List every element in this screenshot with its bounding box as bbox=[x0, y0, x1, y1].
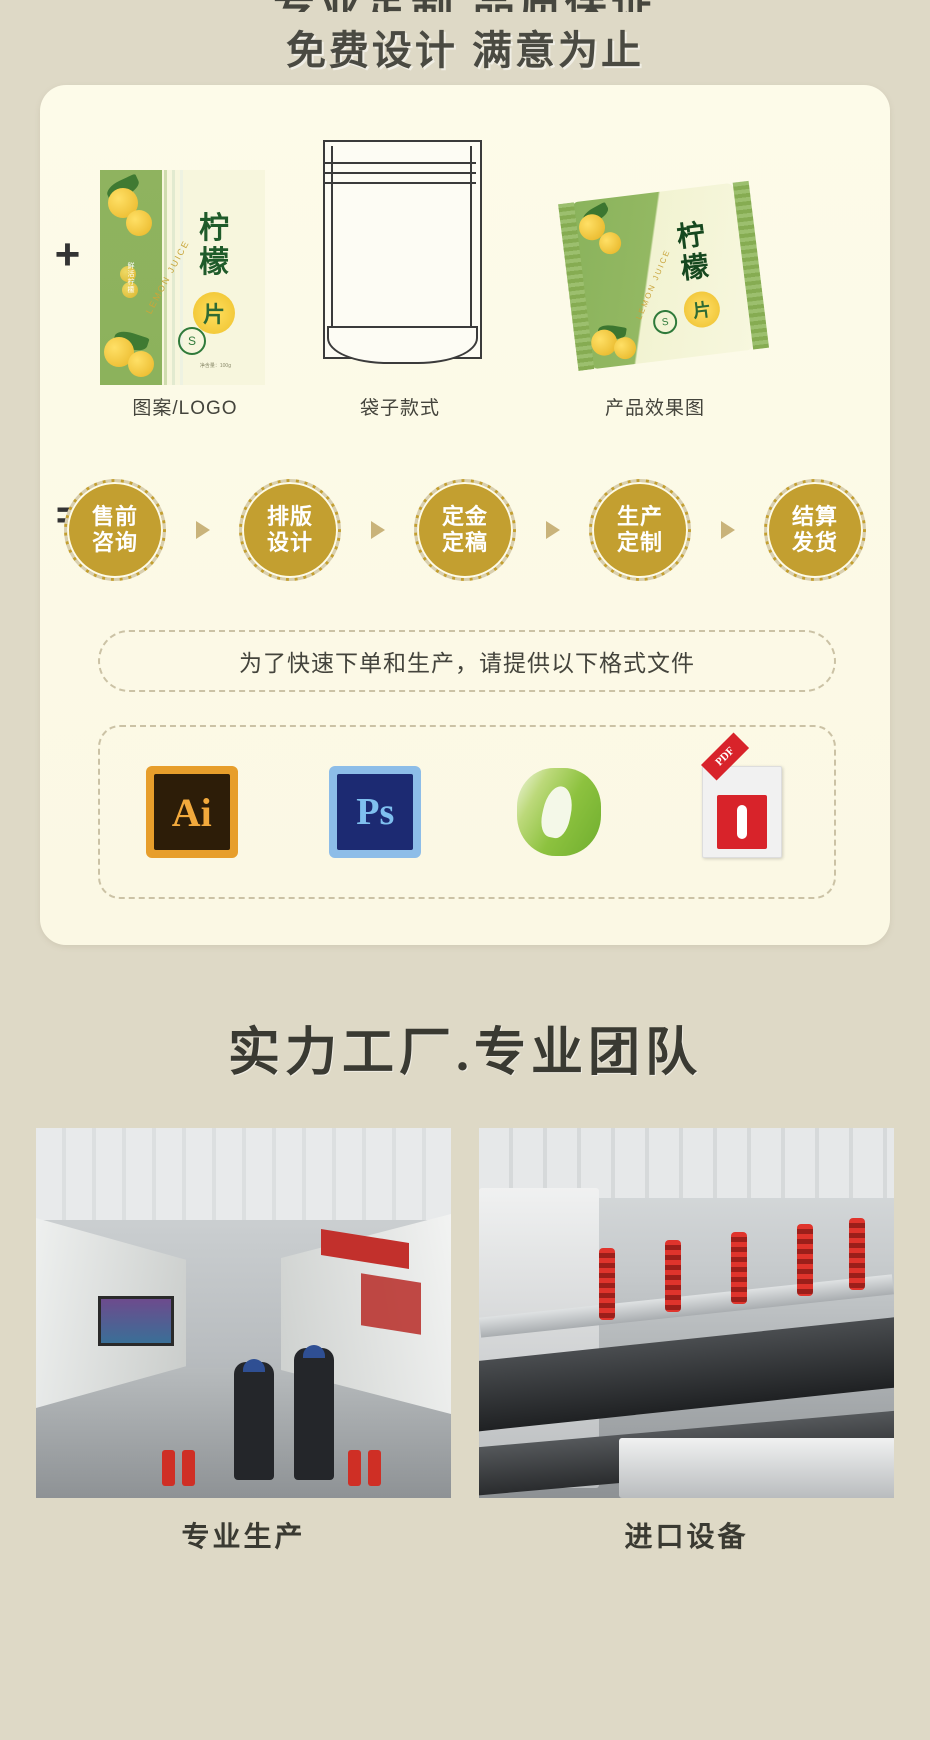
step-line1: 定金 bbox=[441, 504, 488, 529]
arrow-right-icon bbox=[195, 521, 210, 539]
step-line2: 设计 bbox=[266, 530, 313, 555]
cut-off-heading-text: 专业定制 品质保证 bbox=[0, 0, 930, 12]
illustrator-icon[interactable]: Ai bbox=[145, 766, 238, 858]
page-title: 免费设计 满意为止 bbox=[285, 29, 645, 73]
process-steps: 售前 咨询 排版 设计 定金 定稿 生产 定制 结算 发货 bbox=[64, 475, 866, 585]
design-process-card: 鲜活柠檬 柠檬 LEMON JUICE 片 S 净含量：100g 图案/LOGO… bbox=[40, 85, 890, 945]
coreldraw-icon[interactable] bbox=[513, 766, 605, 858]
photoshop-icon[interactable]: Ps bbox=[329, 766, 422, 858]
step-line1: 售前 bbox=[91, 504, 138, 529]
package-style-item: 袋子款式 bbox=[285, 125, 515, 419]
finished-package-image: 柠檬 LEMON JUICE 片 S bbox=[557, 169, 770, 391]
factory-photo-captions: 专业生产 进口设备 bbox=[0, 1515, 930, 1555]
step-line2: 咨询 bbox=[91, 530, 138, 555]
package-badge: 片 bbox=[193, 292, 235, 334]
pdf-icon[interactable]: PDF bbox=[696, 732, 788, 858]
illustrator-icon-label: Ai bbox=[153, 774, 230, 850]
file-format-notice: 为了快速下单和生产，请提供以下格式文件 bbox=[98, 630, 836, 692]
process-step[interactable]: 生产 定制 bbox=[589, 479, 691, 581]
pdf-icon-label: PDF bbox=[701, 732, 750, 781]
factory-photo-production bbox=[36, 1128, 451, 1498]
package-result-item: 柠檬 LEMON JUICE 片 S 产品效果图 bbox=[540, 125, 770, 419]
package-logo-mark: S bbox=[651, 308, 679, 336]
step-line2: 定制 bbox=[616, 530, 663, 555]
arrow-right-icon bbox=[720, 521, 735, 539]
package-side-text: 鲜活柠檬 bbox=[127, 262, 134, 294]
package-logo-mark: S bbox=[178, 327, 206, 355]
process-step[interactable]: 结算 发货 bbox=[764, 479, 866, 581]
step-line2: 定稿 bbox=[441, 530, 488, 555]
factory-photo-equipment bbox=[479, 1128, 894, 1498]
step-line1: 排版 bbox=[266, 504, 313, 529]
process-step[interactable]: 定金 定稿 bbox=[414, 479, 516, 581]
package-caption: 图案/LOGO bbox=[132, 398, 238, 419]
factory-photo-caption: 进口设备 bbox=[624, 1522, 749, 1553]
file-format-notice-text: 为了快速下单和生产，请提供以下格式文件 bbox=[239, 650, 695, 676]
step-line1: 生产 bbox=[616, 504, 663, 529]
step-line1: 结算 bbox=[791, 504, 838, 529]
process-step[interactable]: 售前 咨询 bbox=[64, 479, 166, 581]
process-step[interactable]: 排版 设计 bbox=[239, 479, 341, 581]
package-caption: 产品效果图 bbox=[604, 398, 705, 419]
pdf-icon-shape: PDF bbox=[701, 732, 783, 858]
flat-artwork-image: 鲜活柠檬 柠檬 LEMON JUICE 片 S 净含量：100g bbox=[100, 170, 265, 385]
file-format-list: Ai Ps PDF bbox=[98, 725, 836, 899]
package-caption: 袋子款式 bbox=[359, 398, 440, 419]
package-weight-text: 净含量：100g bbox=[199, 363, 231, 369]
package-brand-cn: 柠檬 bbox=[675, 218, 711, 285]
factory-photos bbox=[36, 1128, 894, 1498]
step-line2: 发货 bbox=[791, 530, 838, 555]
coreldraw-icon-shape bbox=[516, 768, 601, 856]
photoshop-icon-label: Ps bbox=[337, 774, 414, 850]
pouch-outline-image bbox=[313, 140, 488, 385]
arrow-right-icon bbox=[370, 521, 385, 539]
cut-off-heading: 专业定制 品质保证 bbox=[0, 0, 930, 12]
package-showcase-row: 鲜活柠檬 柠檬 LEMON JUICE 片 S 净含量：100g 图案/LOGO… bbox=[40, 125, 890, 537]
package-artwork-item: 鲜活柠檬 柠檬 LEMON JUICE 片 S 净含量：100g 图案/LOGO bbox=[70, 125, 300, 419]
arrow-right-icon bbox=[545, 521, 560, 539]
package-brand-cn: 柠檬 bbox=[199, 212, 229, 279]
factory-photo-caption: 专业生产 bbox=[181, 1522, 306, 1553]
factory-heading: 实力工厂.专业团队 bbox=[227, 1025, 702, 1082]
package-badge: 片 bbox=[681, 289, 722, 330]
